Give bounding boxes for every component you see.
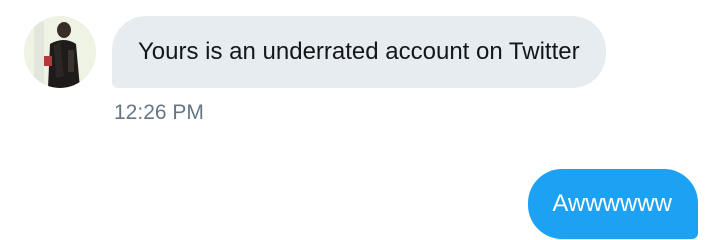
message-timestamp: 12:26 PM <box>114 101 204 124</box>
dm-conversation: Yours is an underrated account on Twitte… <box>0 0 720 240</box>
outgoing-message-text: Awwwwww <box>552 190 672 217</box>
sender-avatar[interactable] <box>24 16 96 88</box>
incoming-message-bubble[interactable]: Yours is an underrated account on Twitte… <box>112 16 606 88</box>
outgoing-message-bubble[interactable]: Awwwwww <box>528 169 698 239</box>
avatar-photo-icon <box>24 16 96 88</box>
incoming-message-text: Yours is an underrated account on Twitte… <box>138 38 580 65</box>
